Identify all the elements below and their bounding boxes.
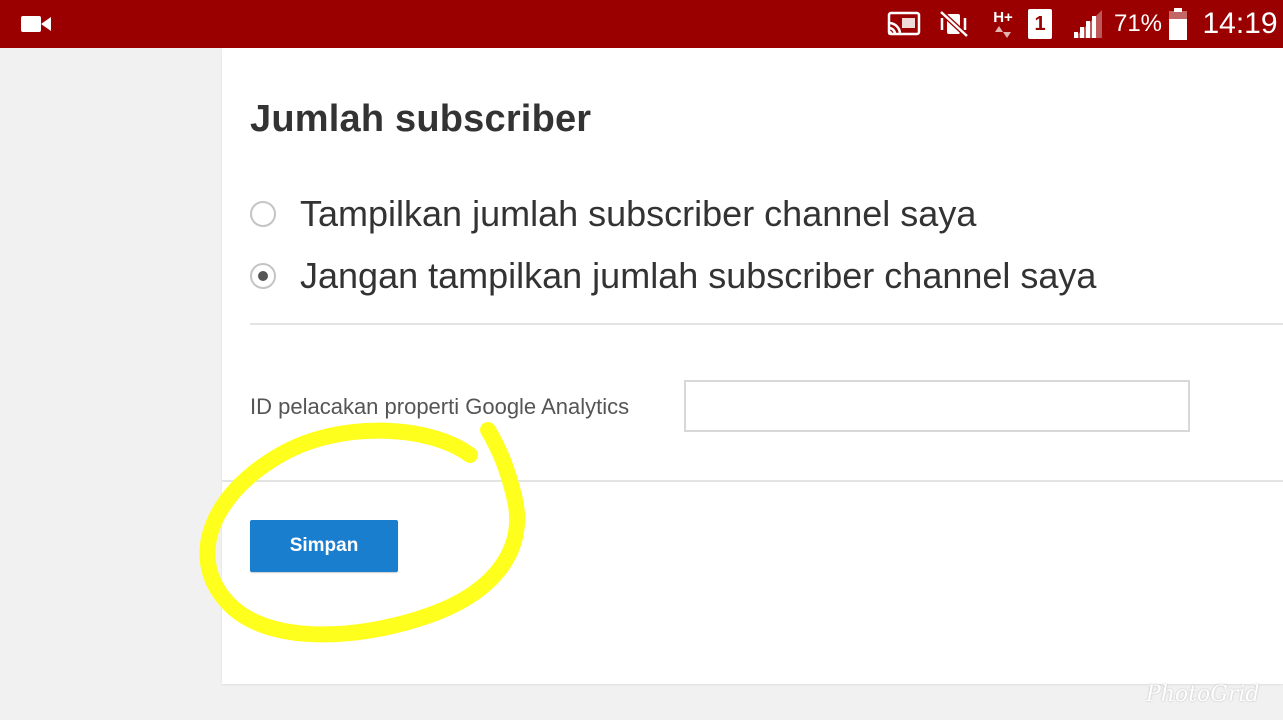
vibrate-mute-icon	[936, 0, 972, 48]
signal-icon	[1066, 0, 1106, 48]
radio-label: Tampilkan jumlah subscriber channel saya	[300, 193, 977, 234]
radio-show-subscribers[interactable]: Tampilkan jumlah subscriber channel saya	[250, 193, 976, 235]
settings-card: Jumlah subscriber Tampilkan jumlah subsc…	[222, 48, 1283, 684]
radio-hide-subscribers[interactable]: Jangan tampilkan jumlah subscriber chann…	[250, 255, 1096, 297]
divider	[250, 323, 1283, 325]
sim-icon: 1	[1026, 0, 1054, 48]
watermark: PhotoGrid	[1146, 682, 1260, 707]
divider	[222, 480, 1283, 482]
analytics-id-label: ID pelacakan properti Google Analytics	[250, 394, 630, 419]
save-button[interactable]: Simpan	[250, 520, 398, 572]
cast-icon	[884, 0, 924, 48]
status-bar: H+ 1 71% 14:19	[0, 0, 1283, 48]
section-title: Jumlah subscriber	[250, 98, 592, 140]
clock: 14:19	[1202, 7, 1278, 40]
sim-slot-label: 1	[1034, 12, 1046, 35]
video-camera-icon	[18, 0, 54, 48]
network-type-icon: H+	[986, 0, 1020, 48]
radio-button-checked[interactable]	[250, 263, 276, 289]
radio-button-unchecked[interactable]	[250, 201, 276, 227]
analytics-id-input[interactable]	[684, 380, 1190, 432]
battery-icon	[1164, 0, 1192, 48]
battery-percent: 71%	[1113, 10, 1163, 37]
radio-label: Jangan tampilkan jumlah subscriber chann…	[300, 255, 1097, 296]
network-type-label: H+	[993, 9, 1013, 26]
